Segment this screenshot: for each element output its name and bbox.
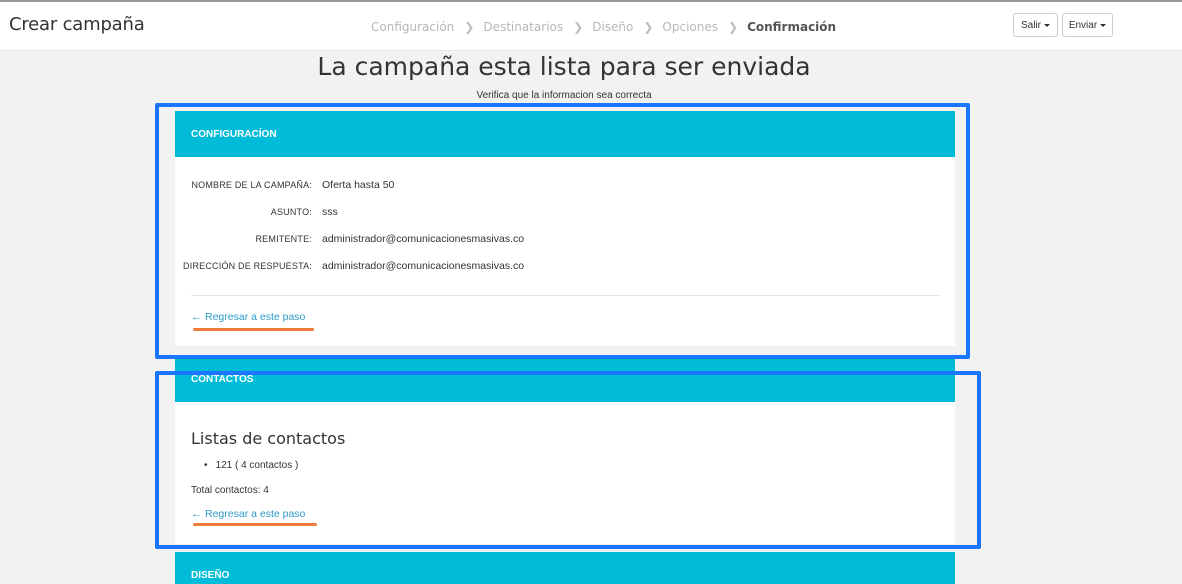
caret-down-icon — [1044, 23, 1050, 27]
app-title: Crear campaña — [9, 14, 145, 35]
step-configuracion[interactable]: Configuración — [371, 20, 454, 34]
chevron-right-icon: ❯ — [728, 20, 739, 34]
wizard-steps: Configuración ❯ Destinatarios ❯ Diseño ❯… — [371, 20, 836, 34]
chevron-right-icon: ❯ — [573, 20, 584, 34]
chevron-right-icon: ❯ — [643, 20, 654, 34]
highlight-box-contacts — [155, 371, 981, 549]
step-confirmacion[interactable]: Confirmación — [747, 20, 836, 34]
caret-down-icon — [1100, 23, 1107, 27]
app-header: Crear campaña Configuración ❯ Destinatar… — [0, 2, 1182, 51]
highlight-box-config — [155, 103, 970, 359]
enviar-button-label: Enviar — [1068, 19, 1098, 31]
design-panel: DISEÑO — [175, 552, 955, 584]
page-subtitle: Verifica que la informacion sea correcta — [476, 90, 652, 101]
chevron-right-icon: ❯ — [464, 20, 475, 34]
salir-button-label: Salir — [1020, 19, 1041, 31]
enviar-dropdown-button[interactable]: Enviar — [1062, 13, 1113, 37]
salir-dropdown-button[interactable]: Salir — [1013, 13, 1058, 37]
step-diseno[interactable]: Diseño — [592, 20, 633, 34]
page-title: La campaña esta lista para ser enviada — [317, 52, 811, 81]
design-panel-header: DISEÑO — [175, 552, 955, 584]
step-destinatarios[interactable]: Destinatarios — [483, 20, 563, 34]
step-opciones[interactable]: Opciones — [662, 20, 718, 34]
